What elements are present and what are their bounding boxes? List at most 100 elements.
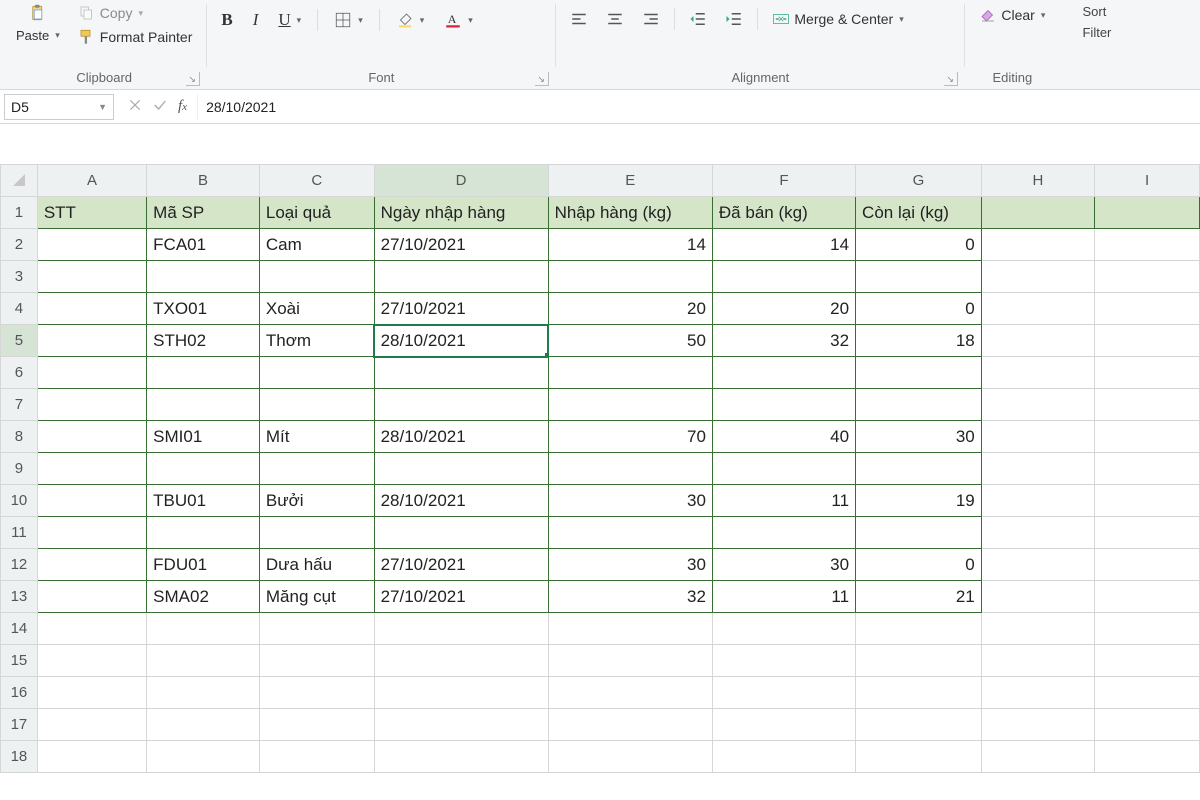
cell-B9[interactable]	[147, 453, 260, 485]
cell-A6[interactable]	[37, 357, 146, 389]
cell-B17[interactable]	[147, 709, 260, 741]
row-header-9[interactable]: 9	[1, 453, 38, 485]
column-header-A[interactable]: A	[37, 165, 146, 197]
row-header-7[interactable]: 7	[1, 389, 38, 421]
insert-function-button[interactable]: fx	[178, 98, 187, 115]
cell-G3[interactable]	[856, 261, 982, 293]
cell-B10[interactable]: TBU01	[147, 485, 260, 517]
cell-D14[interactable]	[374, 613, 548, 645]
cell-B12[interactable]: FDU01	[147, 549, 260, 581]
italic-button[interactable]: I	[249, 8, 263, 32]
cell-I14[interactable]	[1095, 613, 1200, 645]
cell-A2[interactable]	[37, 229, 146, 261]
column-header-F[interactable]: F	[712, 165, 855, 197]
select-all-corner[interactable]	[1, 165, 38, 197]
cell-B2[interactable]: FCA01	[147, 229, 260, 261]
cell-A4[interactable]	[37, 293, 146, 325]
cell-G9[interactable]	[856, 453, 982, 485]
cell-I3[interactable]	[1095, 261, 1200, 293]
row-header-18[interactable]: 18	[1, 741, 38, 773]
cell-A15[interactable]	[37, 645, 146, 677]
cell-F13[interactable]: 11	[712, 581, 855, 613]
cell-C10[interactable]: Bưởi	[259, 485, 374, 517]
cell-G2[interactable]: 0	[856, 229, 982, 261]
cell-F6[interactable]	[712, 357, 855, 389]
cell-B11[interactable]	[147, 517, 260, 549]
row-header-15[interactable]: 15	[1, 645, 38, 677]
row-header-16[interactable]: 16	[1, 677, 38, 709]
cell-H3[interactable]	[981, 261, 1094, 293]
name-box[interactable]: D5 ▼	[4, 94, 114, 120]
cell-I10[interactable]	[1095, 485, 1200, 517]
cell-I9[interactable]	[1095, 453, 1200, 485]
cell-E18[interactable]	[548, 741, 712, 773]
cell-H18[interactable]	[981, 741, 1094, 773]
cell-F3[interactable]	[712, 261, 855, 293]
clipboard-dialog-launcher[interactable]	[186, 72, 200, 86]
row-header-12[interactable]: 12	[1, 549, 38, 581]
cell-D5[interactable]: 28/10/2021	[374, 325, 548, 357]
cell-A1[interactable]: STT	[37, 197, 146, 229]
cell-H11[interactable]	[981, 517, 1094, 549]
spreadsheet-grid[interactable]: ABCDEFGHI1STTMã SPLoại quảNgày nhập hàng…	[0, 164, 1200, 773]
font-color-button[interactable]: A ▾	[440, 9, 477, 31]
cell-B6[interactable]	[147, 357, 260, 389]
cell-C8[interactable]: Mít	[259, 421, 374, 453]
cell-I17[interactable]	[1095, 709, 1200, 741]
cell-F2[interactable]: 14	[712, 229, 855, 261]
column-header-H[interactable]: H	[981, 165, 1094, 197]
cell-B16[interactable]	[147, 677, 260, 709]
cell-A12[interactable]	[37, 549, 146, 581]
cell-H1[interactable]	[981, 197, 1094, 229]
decrease-indent-button[interactable]	[685, 8, 711, 30]
row-header-8[interactable]: 8	[1, 421, 38, 453]
cell-E9[interactable]	[548, 453, 712, 485]
cell-G4[interactable]: 0	[856, 293, 982, 325]
cell-I15[interactable]	[1095, 645, 1200, 677]
cell-A7[interactable]	[37, 389, 146, 421]
cell-D8[interactable]: 28/10/2021	[374, 421, 548, 453]
cell-H15[interactable]	[981, 645, 1094, 677]
cell-F12[interactable]: 30	[712, 549, 855, 581]
cell-G7[interactable]	[856, 389, 982, 421]
cell-E10[interactable]: 30	[548, 485, 712, 517]
filter-button[interactable]: Filter	[1078, 23, 1115, 42]
cell-A3[interactable]	[37, 261, 146, 293]
cell-F18[interactable]	[712, 741, 855, 773]
cell-G8[interactable]: 30	[856, 421, 982, 453]
cell-A10[interactable]	[37, 485, 146, 517]
cell-B15[interactable]	[147, 645, 260, 677]
cell-C4[interactable]: Xoài	[259, 293, 374, 325]
cell-H13[interactable]	[981, 581, 1094, 613]
cell-B7[interactable]	[147, 389, 260, 421]
increase-indent-button[interactable]	[721, 8, 747, 30]
alignment-dialog-launcher[interactable]	[944, 72, 958, 86]
cell-D11[interactable]	[374, 517, 548, 549]
cell-B14[interactable]	[147, 613, 260, 645]
sort-button[interactable]: Sort	[1078, 2, 1115, 21]
cell-E16[interactable]	[548, 677, 712, 709]
cell-A9[interactable]	[37, 453, 146, 485]
row-header-4[interactable]: 4	[1, 293, 38, 325]
cell-F15[interactable]	[712, 645, 855, 677]
cell-H12[interactable]	[981, 549, 1094, 581]
cell-F8[interactable]: 40	[712, 421, 855, 453]
cell-I18[interactable]	[1095, 741, 1200, 773]
cell-A8[interactable]	[37, 421, 146, 453]
cell-I8[interactable]	[1095, 421, 1200, 453]
cell-I13[interactable]	[1095, 581, 1200, 613]
cell-C5[interactable]: Thơm	[259, 325, 374, 357]
cell-C14[interactable]	[259, 613, 374, 645]
cell-E1[interactable]: Nhập hàng (kg)	[548, 197, 712, 229]
cell-F1[interactable]: Đã bán (kg)	[712, 197, 855, 229]
cell-G1[interactable]: Còn lại (kg)	[856, 197, 982, 229]
row-header-3[interactable]: 3	[1, 261, 38, 293]
row-header-17[interactable]: 17	[1, 709, 38, 741]
cell-H9[interactable]	[981, 453, 1094, 485]
cell-F11[interactable]	[712, 517, 855, 549]
row-header-11[interactable]: 11	[1, 517, 38, 549]
cell-F7[interactable]	[712, 389, 855, 421]
cell-C9[interactable]	[259, 453, 374, 485]
format-painter-button[interactable]: Format Painter	[74, 26, 197, 48]
cell-D12[interactable]: 27/10/2021	[374, 549, 548, 581]
